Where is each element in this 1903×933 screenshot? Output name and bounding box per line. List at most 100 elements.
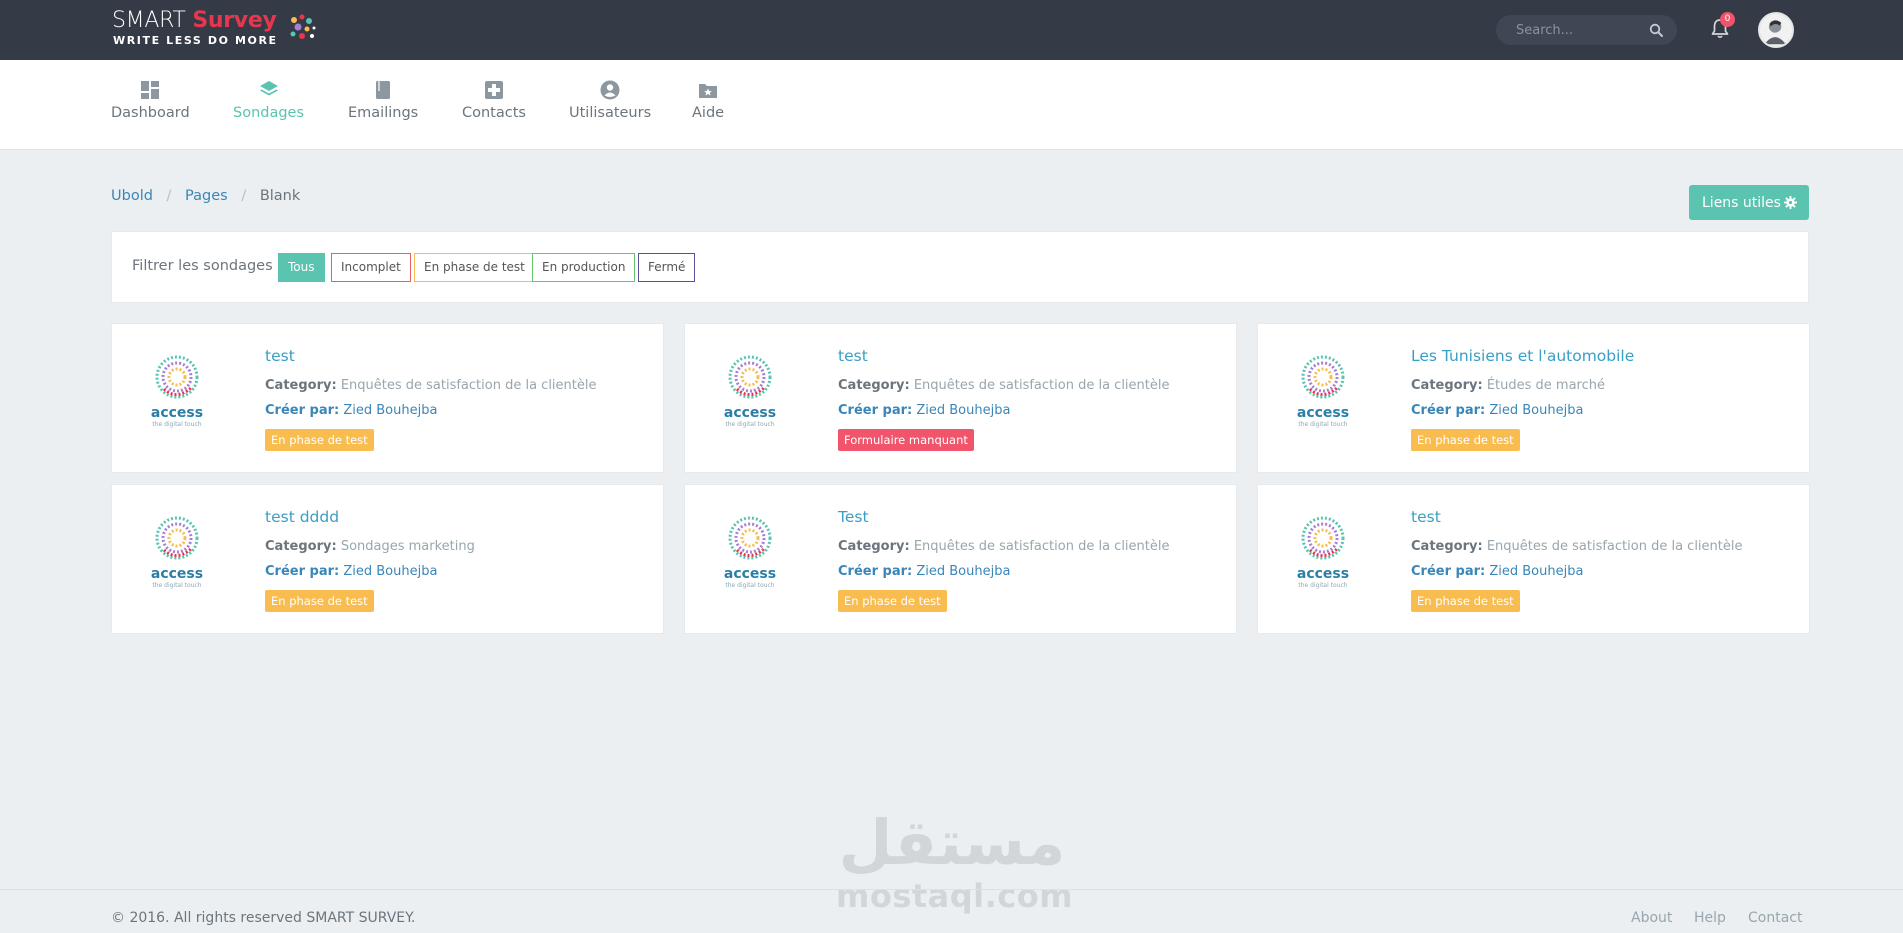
survey-title-link[interactable]: test	[265, 347, 295, 365]
nav-label-sondages: Sondages	[233, 105, 305, 121]
category-label: Category:	[838, 539, 910, 554]
author-link[interactable]: Zied Bouhejba	[916, 403, 1010, 418]
topbar: SMART Survey WRITE LESS DO MORE 0	[0, 0, 1903, 60]
survey-card[interactable]: access the digital touch test Category: …	[111, 323, 664, 473]
svg-text:the digital touch: the digital touch	[152, 582, 201, 589]
user-avatar-icon	[1764, 20, 1786, 45]
survey-title-link[interactable]: Les Tunisiens et l'automobile	[1411, 347, 1634, 365]
category-label: Category:	[1411, 539, 1483, 554]
category-label: Category:	[1411, 378, 1483, 393]
author-link[interactable]: Zied Bouhejba	[343, 403, 437, 418]
breadcrumb-link-ubold[interactable]: Ubold	[111, 188, 153, 204]
author-label: Créer par:	[1411, 564, 1486, 579]
status-badge: En phase de test	[1411, 590, 1520, 612]
survey-title-link[interactable]: test dddd	[265, 508, 339, 526]
survey-author: Créer par: Zied Bouhejba	[838, 564, 1010, 579]
svg-text:the digital touch: the digital touch	[1298, 421, 1347, 428]
footer-link-about[interactable]: About	[1631, 910, 1672, 926]
svg-text:the digital touch: the digital touch	[1298, 582, 1347, 589]
brand-logo[interactable]: SMART Survey WRITE LESS DO MORE	[112, 8, 332, 48]
survey-card[interactable]: access the digital touch test Category: …	[1257, 484, 1810, 634]
survey-card[interactable]: access the digital touch test Category: …	[684, 323, 1237, 473]
footer-link-help[interactable]: Help	[1694, 910, 1726, 926]
notification-badge: 0	[1720, 12, 1735, 27]
nav-label-contacts: Contacts	[462, 105, 526, 121]
brand-name-part2: Survey	[192, 8, 277, 33]
status-badge: En phase de test	[265, 590, 374, 612]
nav-item-utilisateurs[interactable]: Utilisateurs	[569, 80, 651, 121]
author-link[interactable]: Zied Bouhejba	[1489, 403, 1583, 418]
svg-text:access: access	[1297, 566, 1349, 582]
nav-item-emailings[interactable]: Emailings	[348, 80, 418, 121]
gear-icon	[1784, 196, 1797, 209]
survey-category: Category: Enquêtes de satisfaction de la…	[838, 539, 1170, 554]
category-label: Category:	[838, 378, 910, 393]
nav-item-dashboard[interactable]: Dashboard	[111, 80, 190, 121]
author-label: Créer par:	[1411, 403, 1486, 418]
filter-button-incomplet[interactable]: Incomplet	[331, 253, 411, 282]
nav-item-contacts[interactable]: Contacts	[462, 80, 526, 121]
nav-label-utilisateurs: Utilisateurs	[569, 105, 652, 121]
author-link[interactable]: Zied Bouhejba	[916, 564, 1010, 579]
survey-card[interactable]: access the digital touch Les Tunisiens e…	[1257, 323, 1810, 473]
access-logo-icon: access the digital touch	[1297, 516, 1349, 589]
author-link[interactable]: Zied Bouhejba	[1489, 564, 1583, 579]
nav-item-sondages[interactable]: Sondages	[233, 80, 304, 121]
survey-card[interactable]: access the digital touch test dddd Categ…	[111, 484, 664, 634]
filter-button-tous[interactable]: Tous	[278, 253, 325, 282]
svg-text:access: access	[724, 405, 776, 421]
survey-category: Category: Études de marché	[1411, 378, 1605, 393]
filter-button-ferme[interactable]: Fermé	[638, 253, 696, 282]
svg-text:the digital touch: the digital touch	[725, 421, 774, 428]
access-logo-icon: access the digital touch	[1297, 355, 1349, 428]
liens-utiles-button[interactable]: Liens utiles	[1689, 185, 1809, 220]
svg-text:the digital touch: the digital touch	[725, 582, 774, 589]
breadcrumb-separator: /	[241, 188, 247, 204]
search-box	[1496, 15, 1677, 45]
brand-name-part1: SMART	[112, 8, 186, 33]
brand-name: SMART Survey	[112, 8, 277, 34]
category-label: Category:	[265, 378, 337, 393]
category-value: Sondages marketing	[340, 539, 475, 554]
filter-button-en-production[interactable]: En production	[532, 253, 636, 282]
breadcrumb: Ubold / Pages / Blank	[111, 188, 300, 204]
survey-title-link[interactable]: test	[1411, 508, 1441, 526]
svg-text:access: access	[724, 566, 776, 582]
category-value: Enquêtes de satisfaction de la clientèle	[913, 378, 1170, 393]
access-logo-icon: access the digital touch	[151, 516, 203, 589]
folder-star-icon	[699, 84, 718, 98]
survey-author: Créer par: Zied Bouhejba	[265, 564, 437, 579]
avatar[interactable]	[1758, 12, 1794, 48]
survey-author: Créer par: Zied Bouhejba	[1411, 564, 1583, 579]
survey-card[interactable]: access the digital touch Test Category: …	[684, 484, 1237, 634]
category-value: Enquêtes de satisfaction de la clientèle	[1486, 539, 1743, 554]
breadcrumb-link-pages[interactable]: Pages	[185, 188, 228, 204]
book-icon	[376, 81, 391, 99]
category-value: Enquêtes de satisfaction de la clientèle	[340, 378, 597, 393]
footer-link-contact[interactable]: Contact	[1748, 910, 1802, 926]
survey-category: Category: Enquêtes de satisfaction de la…	[265, 378, 597, 393]
footer: © 2016. All rights reserved SMART SURVEY…	[0, 889, 1903, 933]
nav-item-aide[interactable]: Aide	[692, 80, 724, 121]
nav-label-emailings: Emailings	[348, 105, 419, 121]
survey-title-link[interactable]: test	[838, 347, 868, 365]
nav-label-aide: Aide	[692, 105, 725, 121]
access-logo-icon: access the digital touch	[724, 355, 776, 428]
category-value: Enquêtes de satisfaction de la clientèle	[913, 539, 1170, 554]
contacts-icon	[484, 81, 503, 99]
survey-author: Créer par: Zied Bouhejba	[838, 403, 1010, 418]
filter-button-en-phase-de-test[interactable]: En phase de test	[414, 253, 535, 282]
search-input[interactable]	[1496, 15, 1646, 45]
author-label: Créer par:	[265, 564, 340, 579]
author-link[interactable]: Zied Bouhejba	[343, 564, 437, 579]
user-circle-icon	[600, 80, 620, 100]
status-badge: En phase de test	[265, 429, 374, 451]
main-navigation: Dashboard Sondages Emailings Contacts Ut…	[0, 60, 1903, 150]
status-badge: Formulaire manquant	[838, 429, 974, 451]
liens-utiles-label: Liens utiles	[1702, 194, 1781, 211]
svg-text:access: access	[151, 405, 203, 421]
survey-title-link[interactable]: Test	[838, 508, 869, 526]
nav-label-dashboard: Dashboard	[111, 105, 190, 121]
dashboard-icon	[141, 81, 160, 99]
search-icon[interactable]	[1649, 23, 1663, 37]
